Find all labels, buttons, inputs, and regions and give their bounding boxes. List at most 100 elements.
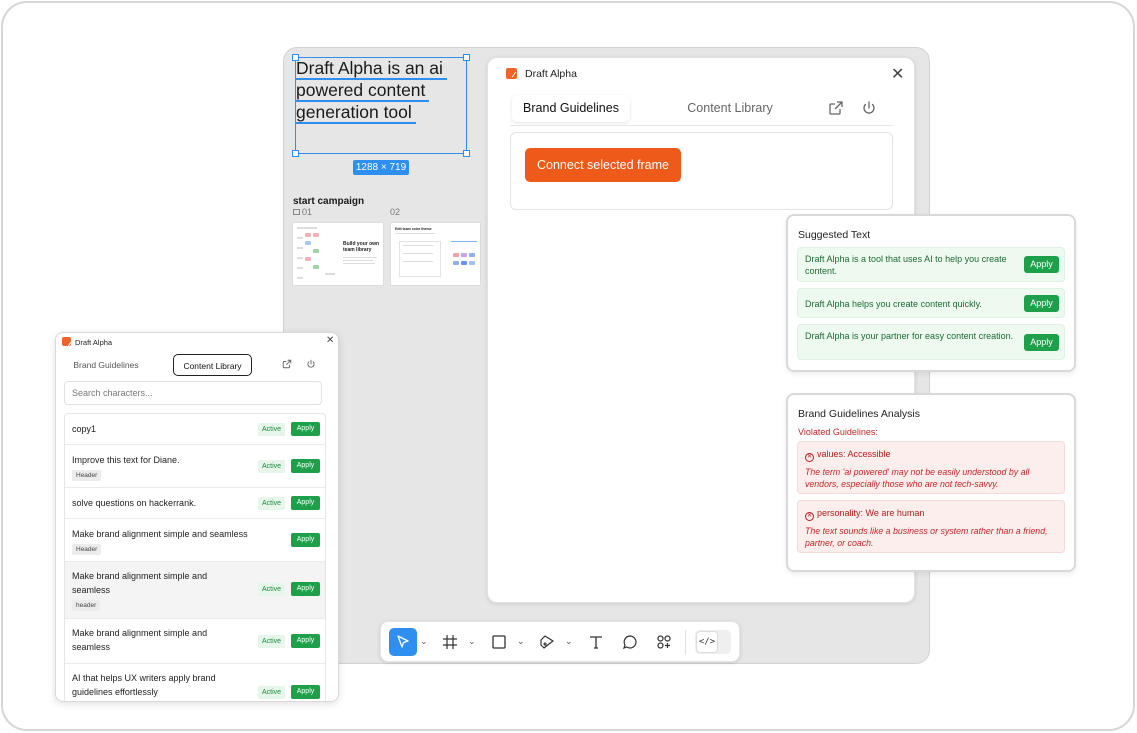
suggestion-item: Draft Alpha helps you create content qui… [797,288,1065,318]
campaign-title: start campaign [293,196,365,207]
status-badge: Active [258,583,286,596]
resize-handle-bottom-left[interactable] [292,150,299,157]
frame-icon [443,635,457,649]
frame-text-line: Draft Alpha is an ai [296,59,447,80]
list-item[interactable]: Make brand alignment simple and seamless… [65,562,325,619]
item-text: AI that helps UX writers apply brand gui… [72,673,216,697]
thumbnail-number: 02 [390,207,401,217]
tab-content-library[interactable]: Content Library [173,354,252,376]
list-item[interactable]: copy1 Active Apply [65,414,325,445]
list-item[interactable]: solve questions on hackerrank. Active Ap… [65,488,325,519]
draft-alpha-logo-icon [506,68,517,79]
close-icon[interactable]: ✕ [891,67,904,83]
status-badge: Active [258,423,286,436]
text-tool-button[interactable] [582,628,610,656]
item-text: Make brand alignment simple and seamless [72,571,208,595]
shape-tool-button[interactable] [485,628,513,656]
frame-text-line: generation tool [296,103,416,124]
apply-button[interactable]: Apply [291,422,320,436]
violation-description: The text sounds like a business or syste… [805,526,1048,548]
resize-handle-bottom-right[interactable] [463,150,470,157]
search-input[interactable] [64,381,322,405]
list-item[interactable]: Make brand alignment simple and seamless… [65,619,325,664]
violated-guidelines-label: Violated Guidelines: [798,427,878,437]
item-tag: Header [72,544,102,555]
violation-heading: ✕ values: Accessible [805,449,891,462]
bottom-toolbar: ⌄ ⌄ ⌄ ⌄ </> [380,621,740,662]
suggestion-text: Draft Alpha is your partner for easy con… [805,331,1014,341]
status-badge: Active [258,497,286,510]
frame-tool-button[interactable] [436,628,464,656]
plugin-title: Draft Alpha [525,68,577,80]
external-link-icon[interactable] [282,359,292,369]
dev-mode-toggle[interactable]: </> [695,630,731,654]
thumbnail-01[interactable]: Build your own team library [292,222,384,286]
item-text: Make brand alignment simple and seamless [72,628,208,652]
components-icon [657,635,671,649]
resize-handle-top-right[interactable] [463,54,470,61]
suggestion-item: Draft Alpha is your partner for easy con… [797,324,1065,360]
list-item[interactable]: Make brand alignment simple and seamless… [65,519,325,562]
chevron-down-icon[interactable]: ⌄ [517,636,525,647]
apply-button[interactable]: Apply [1024,256,1059,273]
suggestion-item: Draft Alpha is a tool that uses AI to he… [797,247,1065,282]
chevron-down-icon[interactable]: ⌄ [565,636,573,647]
connect-selected-frame-button[interactable]: Connect selected frame [525,148,681,182]
plugin-tabs: Brand Guidelines Content Library [510,91,893,126]
close-icon[interactable]: ✕ [326,336,334,346]
frame-icon [293,209,300,215]
apply-button[interactable]: Apply [291,496,320,510]
pen-icon [540,635,554,649]
apply-button[interactable]: Apply [1024,295,1059,312]
violation-description: The term 'ai powered' may not be easily … [805,467,1030,489]
power-icon[interactable] [861,100,877,116]
selected-text-frame[interactable]: Draft Alpha is an ai powered content gen… [292,54,470,157]
rectangle-icon [492,635,506,649]
pen-tool-button[interactable] [533,628,561,656]
toolbar-divider [685,630,686,655]
suggested-text-card: Suggested Text Draft Alpha is a tool tha… [786,214,1076,372]
violation-item: ✕ personality: We are human The text soun… [797,500,1065,553]
apply-button[interactable]: Apply [1024,334,1059,351]
text-icon [590,636,602,649]
item-tag: header [72,600,101,611]
tab-brand-guidelines[interactable]: Brand Guidelines [68,354,144,376]
list-item[interactable]: AI that helps UX writers apply brand gui… [65,664,325,701]
cursor-icon [397,635,409,648]
status-badge: Active [258,460,286,473]
brand-analysis-card: Brand Guidelines Analysis Violated Guide… [786,393,1076,572]
status-badge: Active [258,686,286,699]
suggested-text-title: Suggested Text [798,229,871,241]
item-tag: Header [72,470,102,481]
power-icon[interactable] [306,359,316,369]
code-icon: </> [696,631,718,653]
connect-section: Connect selected frame [510,132,893,210]
draft-alpha-logo-icon [62,337,71,346]
thumbnail-heading: Build your own team library [343,241,380,253]
apply-button[interactable]: Apply [291,582,320,596]
status-badge: Active [258,635,286,648]
chevron-down-icon[interactable]: ⌄ [468,636,476,647]
suggestion-text: Draft Alpha helps you create content qui… [805,299,982,309]
violation-heading: ✕ personality: We are human [805,508,925,521]
chevron-down-icon[interactable]: ⌄ [420,636,428,647]
apply-button[interactable]: Apply [291,533,320,547]
list-item[interactable]: Improve this text for Diane. Header Acti… [65,445,325,488]
item-text: Make brand alignment simple and seamless [72,529,248,539]
thumbnail-number: 01 [293,207,312,217]
tab-content-library[interactable]: Content Library [675,95,785,122]
move-tool-button[interactable] [389,628,417,656]
x-circle-icon: ✕ [805,453,814,462]
content-library-panel: Draft Alpha ✕ Brand Guidelines Content L… [55,332,339,702]
analysis-title: Brand Guidelines Analysis [798,408,920,420]
apply-button[interactable]: Apply [291,685,320,699]
comment-tool-button[interactable] [616,628,644,656]
external-link-icon[interactable] [828,100,844,116]
thumbnail-02[interactable]: Edit team color theme [390,222,481,286]
apply-button[interactable]: Apply [291,459,320,473]
components-tool-button[interactable] [650,628,678,656]
apply-button[interactable]: Apply [291,634,320,648]
suggestion-text: Draft Alpha is a tool that uses AI to he… [805,254,1007,276]
frame-text[interactable]: Draft Alpha is an ai powered content gen… [296,59,464,125]
tab-brand-guidelines[interactable]: Brand Guidelines [512,95,630,122]
